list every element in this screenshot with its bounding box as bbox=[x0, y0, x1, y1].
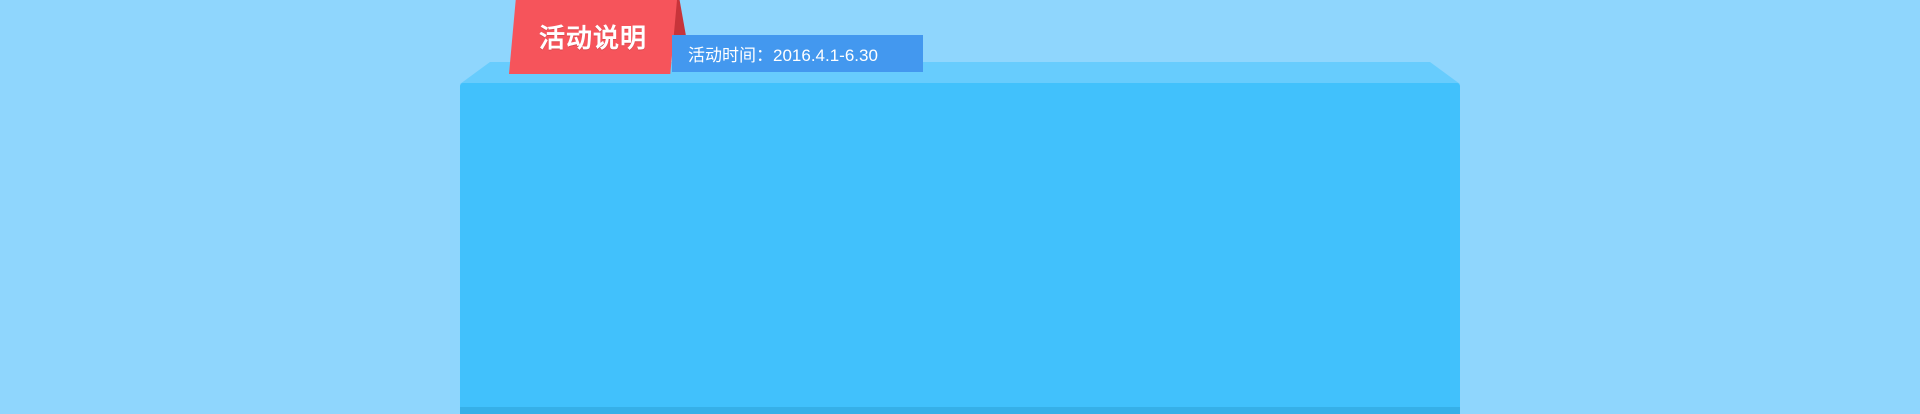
panel-bottom-edge bbox=[460, 407, 1460, 414]
activity-title-tab: 活动说明 bbox=[509, 0, 677, 74]
activity-panel bbox=[460, 83, 1460, 414]
activity-date: 活动时间：2016.4.1-6.30 bbox=[688, 46, 878, 65]
activity-date-strip: 活动时间：2016.4.1-6.30 bbox=[672, 35, 923, 72]
activity-title: 活动说明 bbox=[538, 23, 647, 54]
